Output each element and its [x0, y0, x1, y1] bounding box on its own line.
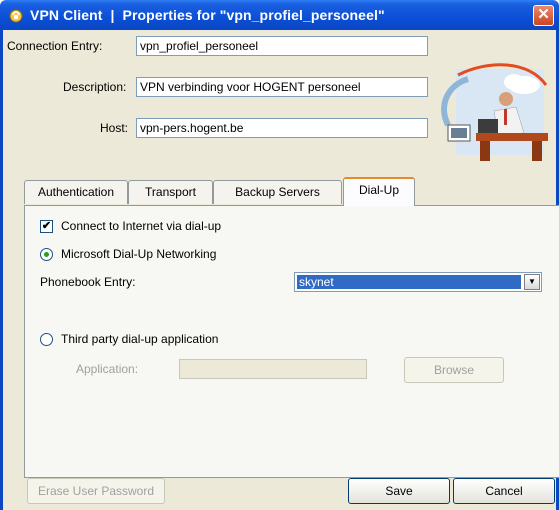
browse-button[interactable]: Browse — [404, 357, 504, 383]
phonebook-entry-select[interactable]: skynet ▼ — [294, 272, 542, 292]
tab-authentication[interactable]: Authentication — [24, 180, 128, 204]
phonebook-entry-label: Phonebook Entry: — [40, 275, 136, 289]
connection-entry-field[interactable]: vpn_profiel_personeel — [136, 36, 428, 56]
description-label: Description: — [63, 80, 127, 94]
ms-dialup-label: Microsoft Dial-Up Networking — [61, 247, 217, 261]
host-field[interactable]: vpn-pers.hogent.be — [136, 118, 428, 138]
erase-user-password-button[interactable]: Erase User Password — [27, 478, 165, 504]
third-party-radio[interactable] — [40, 333, 53, 346]
properties-window: Connection Entry: vpn_profiel_personeel … — [0, 30, 559, 510]
host-label: Host: — [100, 121, 129, 135]
window-title: VPN Client | Properties for "vpn_profiel… — [30, 7, 385, 23]
description-field[interactable]: VPN verbinding voor HOGENT personeel — [136, 77, 428, 97]
application-label: Application: — [76, 362, 139, 376]
dial-up-panel: ✔ Connect to Internet via dial-up Micros… — [24, 205, 559, 478]
application-field[interactable] — [179, 359, 367, 379]
vpn-lock-icon — [9, 9, 23, 23]
dropdown-arrow-icon[interactable]: ▼ — [524, 274, 540, 290]
phonebook-selected-value: skynet — [297, 275, 521, 289]
ms-dialup-radio[interactable] — [40, 248, 53, 261]
tab-transport[interactable]: Transport — [128, 180, 213, 204]
third-party-label: Third party dial-up application — [61, 332, 219, 346]
tab-backup-servers[interactable]: Backup Servers — [213, 180, 342, 204]
connect-dialup-label: Connect to Internet via dial-up — [61, 219, 222, 233]
cancel-button[interactable]: Cancel — [453, 478, 555, 504]
close-button[interactable]: ✕ — [533, 5, 554, 26]
vpn-illustration-image — [441, 63, 548, 161]
connect-dialup-checkbox[interactable]: ✔ — [40, 220, 53, 233]
radio-selected-dot — [44, 252, 49, 257]
tab-dial-up[interactable]: Dial-Up — [343, 177, 415, 206]
connection-entry-label: Connection Entry: — [7, 39, 103, 53]
title-bar[interactable]: VPN Client | Properties for "vpn_profiel… — [0, 0, 559, 30]
save-button[interactable]: Save — [348, 478, 450, 504]
